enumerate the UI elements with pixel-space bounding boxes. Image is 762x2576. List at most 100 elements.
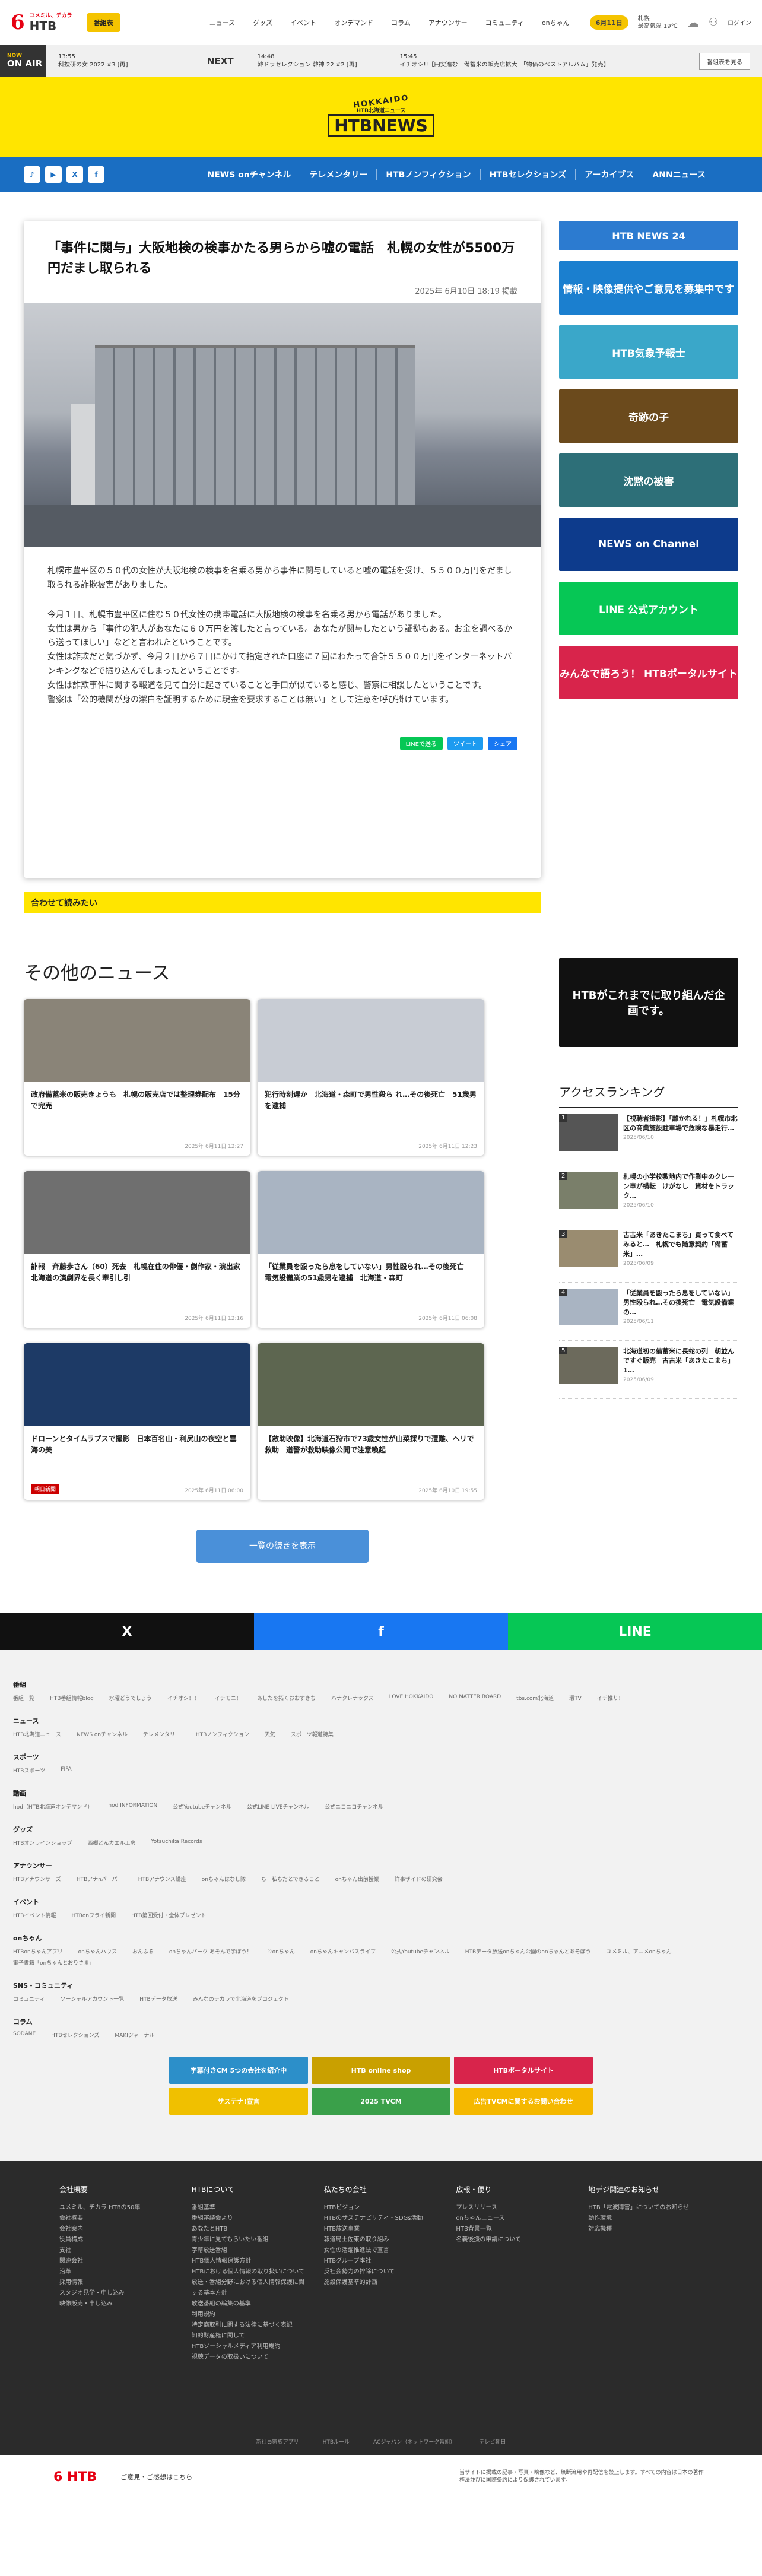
footer-bottom-link[interactable]: テレビ朝日 xyxy=(479,2438,506,2445)
footer-banner[interactable]: サステナ!宣言 xyxy=(169,2088,308,2115)
footer-column-link[interactable]: 番組審議会より xyxy=(192,2213,306,2224)
footer-bottom-link[interactable]: HTBルール xyxy=(323,2438,350,2445)
footer-link[interactable]: おんふる xyxy=(132,1947,154,1955)
footer-link[interactable]: みんなのテカラで北海道をプロジェクト xyxy=(193,1995,289,2003)
nav-link[interactable]: HTBノンフィクション xyxy=(376,169,480,180)
footer-link[interactable]: HTBアナnパーパー xyxy=(77,1875,123,1883)
footer-group-title[interactable]: onちゃん xyxy=(13,1933,749,1943)
footer-column-link[interactable]: あなたとHTB xyxy=(192,2224,306,2235)
footer-group-title[interactable]: SNS・コミュニティ xyxy=(13,1981,749,1990)
footer-banner[interactable]: HTBポータルサイト xyxy=(454,2057,593,2084)
footer-column-link[interactable]: 女性の活躍推進法で宣言 xyxy=(324,2245,439,2256)
footer-link[interactable]: 水曜どうでしょう xyxy=(109,1694,152,1702)
line-share-bar[interactable]: LINE xyxy=(508,1613,762,1650)
footer-link[interactable]: HTBonちゃんアプリ xyxy=(13,1947,63,1955)
footer-column-link[interactable]: スタジオ見学・申し込み xyxy=(59,2288,174,2299)
nav-link[interactable]: ANNニュース xyxy=(643,169,715,180)
footer-column-link[interactable]: HTBソーシャルメディア利用規約 xyxy=(192,2342,306,2352)
footer-column-link[interactable]: 映像販売・申し込み xyxy=(59,2299,174,2309)
footer-column-link[interactable]: 関連会社 xyxy=(59,2256,174,2267)
footer-group-title[interactable]: スポーツ xyxy=(13,1752,749,1762)
footer-column-link[interactable]: 対応機種 xyxy=(588,2224,703,2235)
nav-link[interactable]: NEWS onチャンネル xyxy=(198,169,300,180)
footer-link[interactable]: 公式LINE LIVEチャンネル xyxy=(247,1803,309,1810)
footer-link[interactable]: HTBデータ放送 xyxy=(139,1995,177,2003)
footer-column-link[interactable]: HTBのサステナビリティ・SDGs活動 xyxy=(324,2213,439,2224)
onair-now[interactable]: 13:55 科捜研の女 2022 #3 [再] xyxy=(46,53,195,69)
news-card[interactable]: 「従業員を殴ったら息をしていない」男性殴られ…その後死亡 電気設備業の51歳男を… xyxy=(258,1171,484,1328)
footer-link[interactable]: onちゃん出前授業 xyxy=(335,1875,379,1883)
footer-link[interactable]: HTBオンラインショップ xyxy=(13,1839,72,1847)
footer-group-title[interactable]: グッズ xyxy=(13,1825,749,1834)
top-nav-item[interactable]: グッズ xyxy=(253,18,272,27)
footer-bottom-link[interactable]: 新社員家族アプリ xyxy=(256,2438,299,2445)
footer-column-link[interactable]: 番組基準 xyxy=(192,2203,306,2213)
top-nav-item[interactable]: アナウンサー xyxy=(428,18,468,27)
footer-column-link[interactable]: ユメミル、チカラ HTBの50年 xyxy=(59,2203,174,2213)
footer-link[interactable]: HTBデータ放送onちゃん公園のonちゃんとあそぼう xyxy=(465,1947,591,1955)
footer-column-link[interactable]: 沿革 xyxy=(59,2267,174,2277)
footer-link[interactable]: hod（HTB北海道オンデマンド） xyxy=(13,1803,93,1810)
footer-link[interactable]: HTBノンフィクション xyxy=(196,1730,249,1738)
sidebar-banner[interactable]: HTB気象予報士 xyxy=(559,325,738,379)
line-share-button[interactable]: LINEで送る xyxy=(399,737,443,751)
footer-column-link[interactable]: 役員構成 xyxy=(59,2235,174,2245)
footer-link[interactable]: hod INFORMATION xyxy=(108,1803,157,1810)
footer-link[interactable]: HTBアナウンス講座 xyxy=(138,1875,186,1883)
footer-column-link[interactable]: 会社案内 xyxy=(59,2224,174,2235)
footer-link[interactable]: SODANE xyxy=(13,2031,36,2039)
footer-column-link[interactable]: HTB背景一覧 xyxy=(456,2224,570,2235)
ranking-item[interactable]: 4 「従業員を殴ったら息をしていない」男性殴られ…その後死亡 電気設備業の… 202… xyxy=(559,1283,738,1341)
facebook-share-button[interactable]: シェア xyxy=(488,737,517,751)
footer-link[interactable]: ソーシャルアカウント一覧 xyxy=(60,1995,124,2003)
footer-column-link[interactable]: 採用情報 xyxy=(59,2277,174,2288)
footer-column-link[interactable]: 青少年に見てもらいたい番組 xyxy=(192,2235,306,2245)
footer-link[interactable]: ち 私ちだとできること xyxy=(261,1875,320,1883)
htbnews-logo[interactable]: HOKKAIDO HTB北海道ニュース HTBNEWS xyxy=(328,93,434,137)
footer-link[interactable]: イチオシ！！ xyxy=(167,1694,199,1702)
footer-group-title[interactable]: アナウンサー xyxy=(13,1861,749,1870)
sidebar-banner[interactable]: HTB NEWS 24 xyxy=(559,221,738,250)
tweet-button[interactable]: ツイート xyxy=(447,737,483,751)
footer-link[interactable]: HTB第回受付・全体プレゼント xyxy=(131,1911,206,1919)
footer-group-title[interactable]: コラム xyxy=(13,2017,749,2026)
footer-link[interactable]: HTBセレクションズ xyxy=(51,2031,99,2039)
footer-link[interactable]: HTBアナウンサーズ xyxy=(13,1875,61,1883)
footer-group-title[interactable]: 番組 xyxy=(13,1680,749,1689)
contact-link[interactable]: ご意見・ご感想はこちら xyxy=(120,2472,192,2482)
footer-link[interactable]: テレメンタリー xyxy=(143,1730,180,1738)
footer-link[interactable]: 西郷どんカエル工房 xyxy=(87,1839,135,1847)
footer-link[interactable]: ハナタレナックス xyxy=(331,1694,374,1702)
footer-column-link[interactable]: HTB「電波障害」についてのお知らせ xyxy=(588,2203,703,2213)
footer-link[interactable]: onちゃんキャンバスライブ xyxy=(310,1947,376,1955)
sidebar-banner[interactable]: 沈黙の被害 xyxy=(559,453,738,507)
footer-link[interactable]: Yotsuchika Records xyxy=(151,1839,202,1847)
footer-link[interactable]: ユメミル、アニメonちゃん xyxy=(607,1947,672,1955)
footer-link[interactable]: ♡onちゃん xyxy=(268,1947,295,1955)
footer-group-title[interactable]: ニュース xyxy=(13,1716,749,1725)
footer-column-link[interactable]: 反社会勢力の排除について xyxy=(324,2267,439,2277)
footer-column-link[interactable]: 支社 xyxy=(59,2245,174,2256)
x-icon[interactable]: X xyxy=(66,166,83,183)
sidebar-banner[interactable]: 情報・映像提供やご意見を募集中です xyxy=(559,261,738,315)
footer-column-link[interactable]: HTB放送事業 xyxy=(324,2224,439,2235)
news-card[interactable]: 政府備蓄米の販売きょうも 札幌の販売店では整理券配布 15分で完売 2025年 6… xyxy=(24,999,250,1156)
sidebar-banner[interactable]: LINE 公式アカウント xyxy=(559,582,738,635)
footer-link[interactable]: 詳事ザイドの研究会 xyxy=(395,1875,443,1883)
footer-link[interactable]: onちゃんハウス xyxy=(78,1947,117,1955)
nav-link[interactable]: テレメンタリー xyxy=(300,169,376,180)
footer-link[interactable]: 公式Youtubeチャンネル xyxy=(173,1803,231,1810)
footer-link[interactable]: イチモニ！ xyxy=(215,1694,242,1702)
footer-link[interactable]: NEWS onチャンネル xyxy=(77,1730,128,1738)
footer-link[interactable]: HTBイベント情報 xyxy=(13,1911,56,1919)
footer-link[interactable]: 公式ニコニコチャンネル xyxy=(325,1803,383,1810)
footer-column-link[interactable]: 放送番組の編集の基準 xyxy=(192,2299,306,2309)
footer-link[interactable]: HTBスポーツ xyxy=(13,1766,45,1774)
footer-column-link[interactable]: 名義後援の申請について xyxy=(456,2235,570,2245)
footer-column-link[interactable]: 放送・番組分野における個人情報保護に関する基本方針 xyxy=(192,2277,306,2299)
footer-link[interactable]: あしたを拓くおおすきち xyxy=(257,1694,316,1702)
footer-banner[interactable]: 字幕付きCM 5つの会社を紹介中 xyxy=(169,2057,308,2084)
footer-column-link[interactable]: 動作環境 xyxy=(588,2213,703,2224)
footer-link[interactable]: HTB北海道ニュース xyxy=(13,1730,61,1738)
nav-link[interactable]: アーカイブス xyxy=(575,169,643,180)
